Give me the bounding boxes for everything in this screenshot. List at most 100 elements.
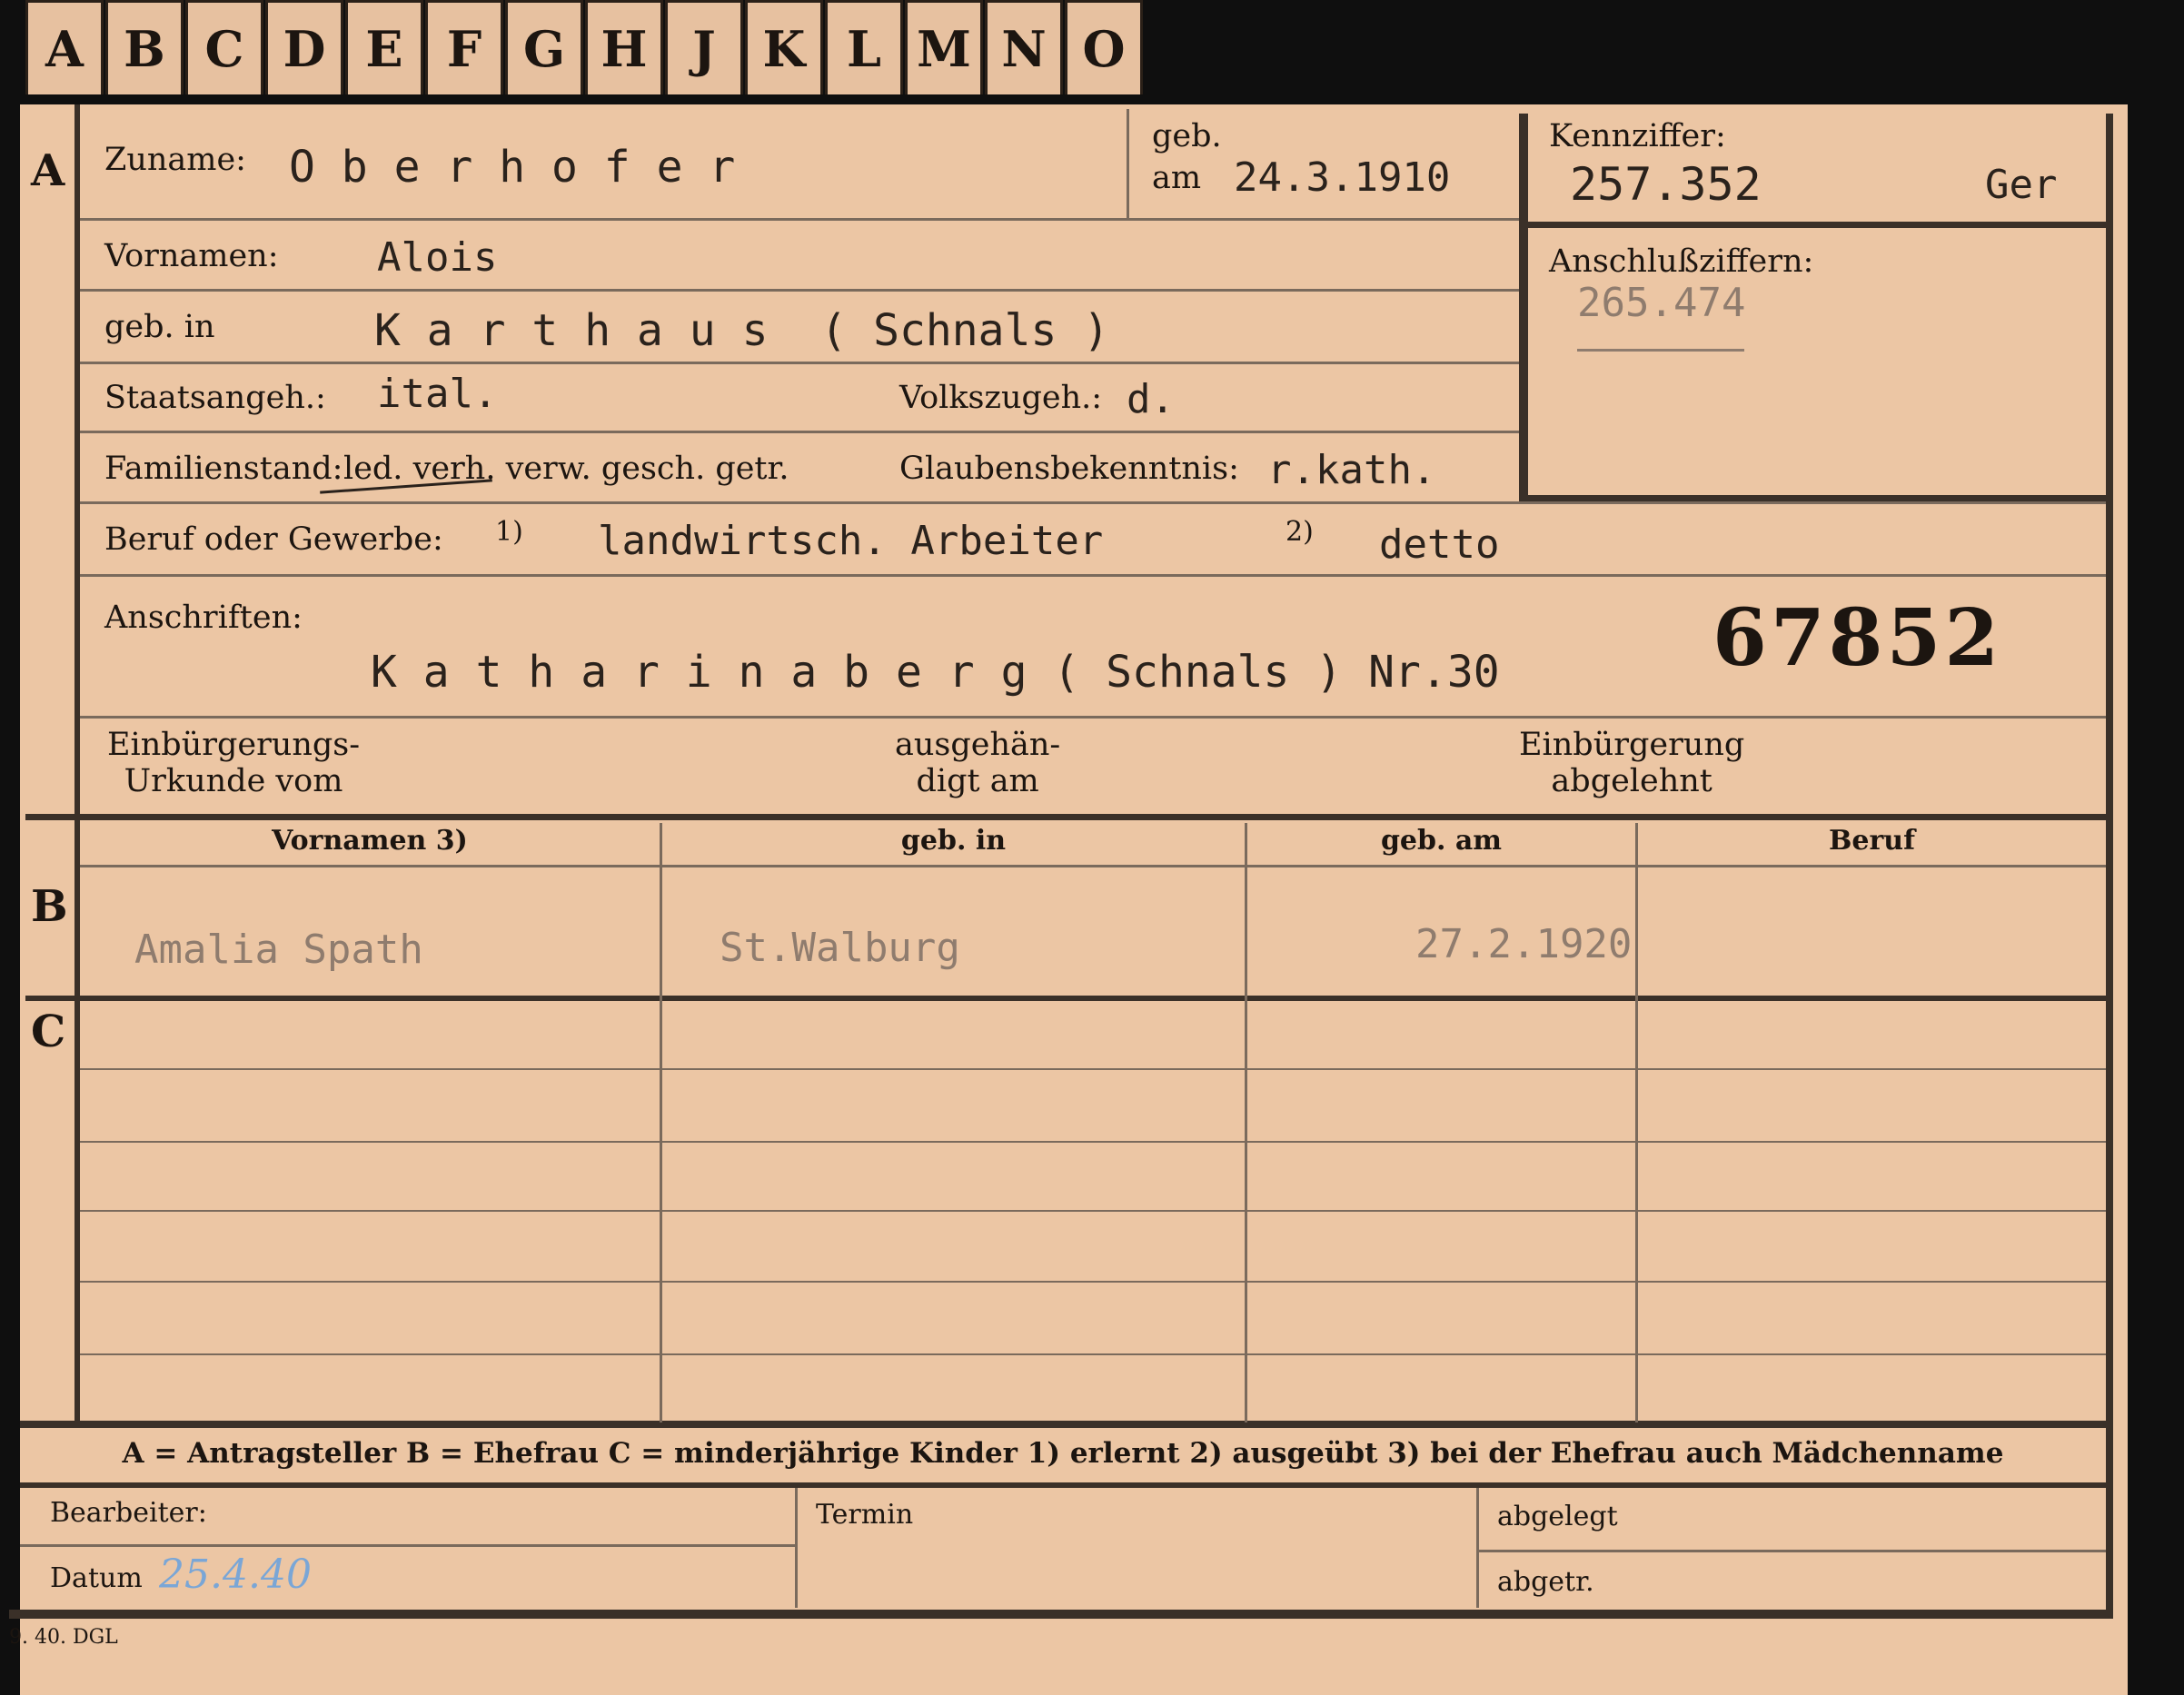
beruf-mark-1: 1)	[495, 516, 523, 548]
tab-k: K	[745, 0, 823, 94]
col-header-beruf: Beruf	[1829, 825, 1915, 857]
kennziffer-value: 257.352	[1570, 158, 1762, 211]
gebin-value: K a r t h a u s ( Schnals )	[374, 305, 1110, 356]
anschluss-value: 265.474	[1577, 280, 1746, 326]
vornamen-value: Alois	[377, 234, 498, 281]
card-bottom	[9, 1610, 2113, 1619]
staats-value: ital.	[377, 371, 498, 417]
datum-label: Datum	[50, 1562, 143, 1594]
footer-line-left	[20, 1544, 795, 1547]
anschluss-label: Anschlußziffern:	[1549, 243, 1814, 280]
col-header-gebam: geb. am	[1380, 825, 1503, 857]
section-b-bottom	[25, 996, 2110, 1001]
col-divider-2	[1245, 823, 1247, 1422]
tab-n: N	[985, 0, 1063, 94]
left-divider	[74, 104, 80, 1422]
line-3	[80, 362, 1519, 364]
kennziffer-box-left	[1519, 114, 1528, 504]
col-divider-1	[660, 823, 662, 1422]
line-5	[80, 501, 2106, 504]
volks-value: d.	[1127, 376, 1175, 422]
line-2	[80, 289, 1519, 292]
birth-date: 24.3.1910	[1234, 154, 1451, 201]
spouse-vornamen: Amalia Spath	[134, 927, 423, 973]
staats-label: Staatsangeh.:	[104, 380, 326, 416]
tab-b: B	[105, 0, 184, 94]
geb-label: geb.	[1152, 118, 1222, 154]
tab-j: J	[665, 0, 743, 94]
abgelehnt-line-1: Einbürgerung	[1519, 727, 1745, 763]
ausgehaen-line-2: digt am	[916, 763, 1039, 799]
section-b-letter: B	[31, 881, 68, 932]
right-border	[2106, 114, 2113, 1617]
col-header-vornamen: Vornamen 3)	[272, 825, 468, 857]
legend-text: A = Antragsteller B = Ehefrau C = minder…	[122, 1437, 2004, 1470]
familien-label: Familienstand:	[104, 451, 343, 487]
zuname-label: Zuname:	[104, 142, 246, 178]
c-row-3	[80, 1210, 2106, 1212]
beruf-label: Beruf oder Gewerbe:	[104, 521, 443, 558]
footer-divider-2	[1476, 1488, 1479, 1608]
einb-urkunde-line-2: Urkunde vom	[124, 763, 343, 799]
tab-g: G	[505, 0, 583, 94]
file-number-stamp: 67852	[1712, 592, 2003, 684]
section-a-bottom	[25, 814, 2110, 820]
gebin-label: geb. in	[104, 309, 215, 345]
kennziffer-code: Ger	[1985, 162, 2058, 208]
vornamen-label: Vornamen:	[104, 238, 279, 274]
abgelehnt-line-2: abgelehnt	[1551, 763, 1712, 799]
tab-c: C	[185, 0, 263, 94]
abgelegt-label: abgelegt	[1497, 1501, 1618, 1532]
ausgehaendigt-label: ausgehän- digt am	[895, 727, 1060, 799]
tab-d: D	[265, 0, 343, 94]
beruf-value-1: landwirtsch. Arbeiter	[598, 518, 1104, 564]
geb-divider	[1127, 109, 1129, 218]
beruf-mark-2: 2)	[1286, 516, 1314, 548]
spouse-gebam: 27.2.1920	[1415, 921, 1633, 967]
section-c-bottom	[20, 1421, 2110, 1428]
datum-handwritten: 25.4.40	[159, 1551, 312, 1598]
volks-label: Volkszugeh.:	[899, 380, 1103, 416]
tab-m: M	[905, 0, 983, 94]
einbuergerung-urkunde-label: Einbürgerungs- Urkunde vom	[107, 727, 360, 799]
einbuergerung-abgelehnt-label: Einbürgerung abgelehnt	[1519, 727, 1744, 799]
zuname-value: O b e r h o f e r	[289, 142, 736, 193]
section-c-letter: C	[31, 1006, 66, 1057]
legend-bottom	[20, 1482, 2110, 1488]
tab-f: F	[425, 0, 503, 94]
anschriften-value: K a t h a r i n a b e r g ( Schnals ) Nr…	[371, 647, 1500, 698]
tab-o: O	[1065, 0, 1143, 94]
familien-options: led. verh. verw. gesch. getr.	[343, 451, 789, 487]
footer-line-right	[1479, 1550, 2106, 1552]
anschriften-label: Anschriften:	[104, 600, 303, 636]
index-tabs: A B C D E F G H J K L M N O	[25, 0, 1145, 102]
line-1	[80, 218, 1519, 221]
termin-label: Termin	[816, 1499, 914, 1531]
abgetr-label: abgetr.	[1497, 1566, 1594, 1598]
tab-a: A	[25, 0, 104, 94]
am-label: am	[1152, 160, 1202, 196]
glauben-label: Glaubensbekenntnis:	[899, 451, 1239, 487]
c-row-1	[80, 1068, 2106, 1070]
tab-h: H	[585, 0, 663, 94]
spouse-gebin: St.Walburg	[720, 925, 960, 971]
c-row-4	[80, 1281, 2106, 1283]
glauben-value: r.kath.	[1267, 447, 1436, 493]
kennziffer-label: Kennziffer:	[1549, 118, 1726, 154]
anschluss-underline	[1577, 349, 1744, 352]
tab-e: E	[345, 0, 423, 94]
table-header-line	[80, 865, 2106, 867]
col-header-gebin: geb. in	[900, 825, 1007, 857]
einb-urkunde-line-1: Einbürgerungs-	[107, 727, 361, 763]
tab-l: L	[825, 0, 903, 94]
col-divider-3	[1635, 823, 1638, 1422]
c-row-2	[80, 1141, 2106, 1143]
footer-divider-1	[795, 1488, 798, 1608]
section-a-letter: A	[31, 145, 65, 196]
imprint: 9. 40. DGL	[9, 1626, 118, 1649]
beruf-value-2: detto	[1379, 521, 1500, 568]
ausgehaen-line-1: ausgehän-	[895, 727, 1061, 763]
c-row-5	[80, 1353, 2106, 1355]
kennziffer-box-mid	[1519, 222, 2110, 228]
line-6	[80, 574, 2106, 577]
